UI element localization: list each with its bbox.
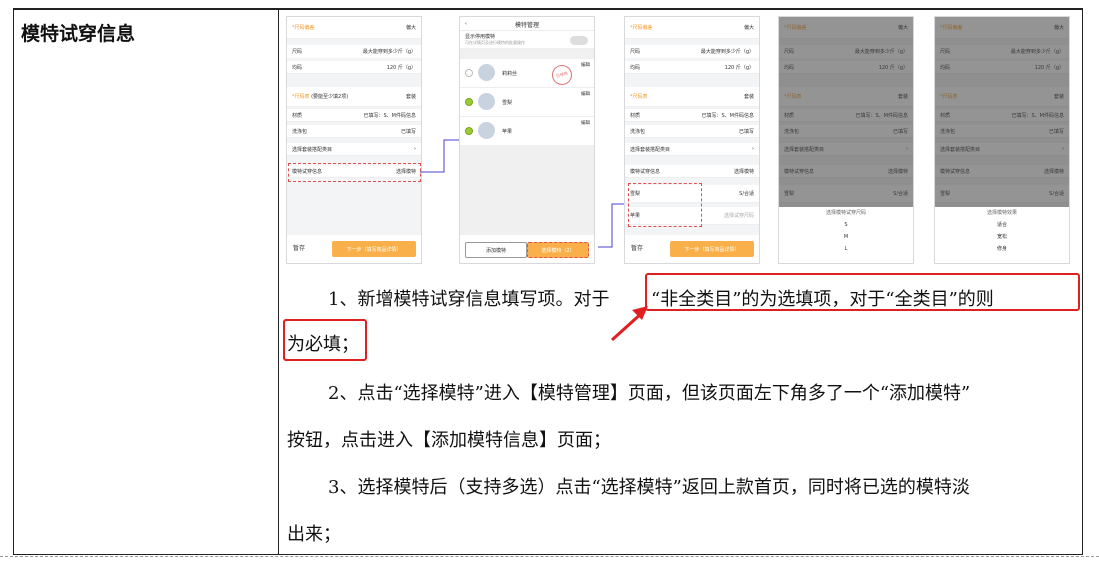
- highlight-box: [645, 273, 1080, 311]
- paragraph-2-line-2: 按钮，点击进入【添加模特信息】页面；: [287, 430, 611, 451]
- paragraph-3-line-2: 出来；: [287, 524, 341, 545]
- paragraph-2-line-1: 2、点击“选择模特”进入【模特管理】页面，但该页面左下角多了一个“添加模特”: [328, 383, 971, 404]
- highlight-box: [283, 319, 367, 361]
- paragraph-1-line-1a: 1、新增模特试穿信息填写项。对于: [328, 289, 610, 310]
- paragraph-3-line-1: 3、选择模特后（支持多选）点击“选择模特”返回上款首页，同时将已选的模特淡: [328, 477, 970, 498]
